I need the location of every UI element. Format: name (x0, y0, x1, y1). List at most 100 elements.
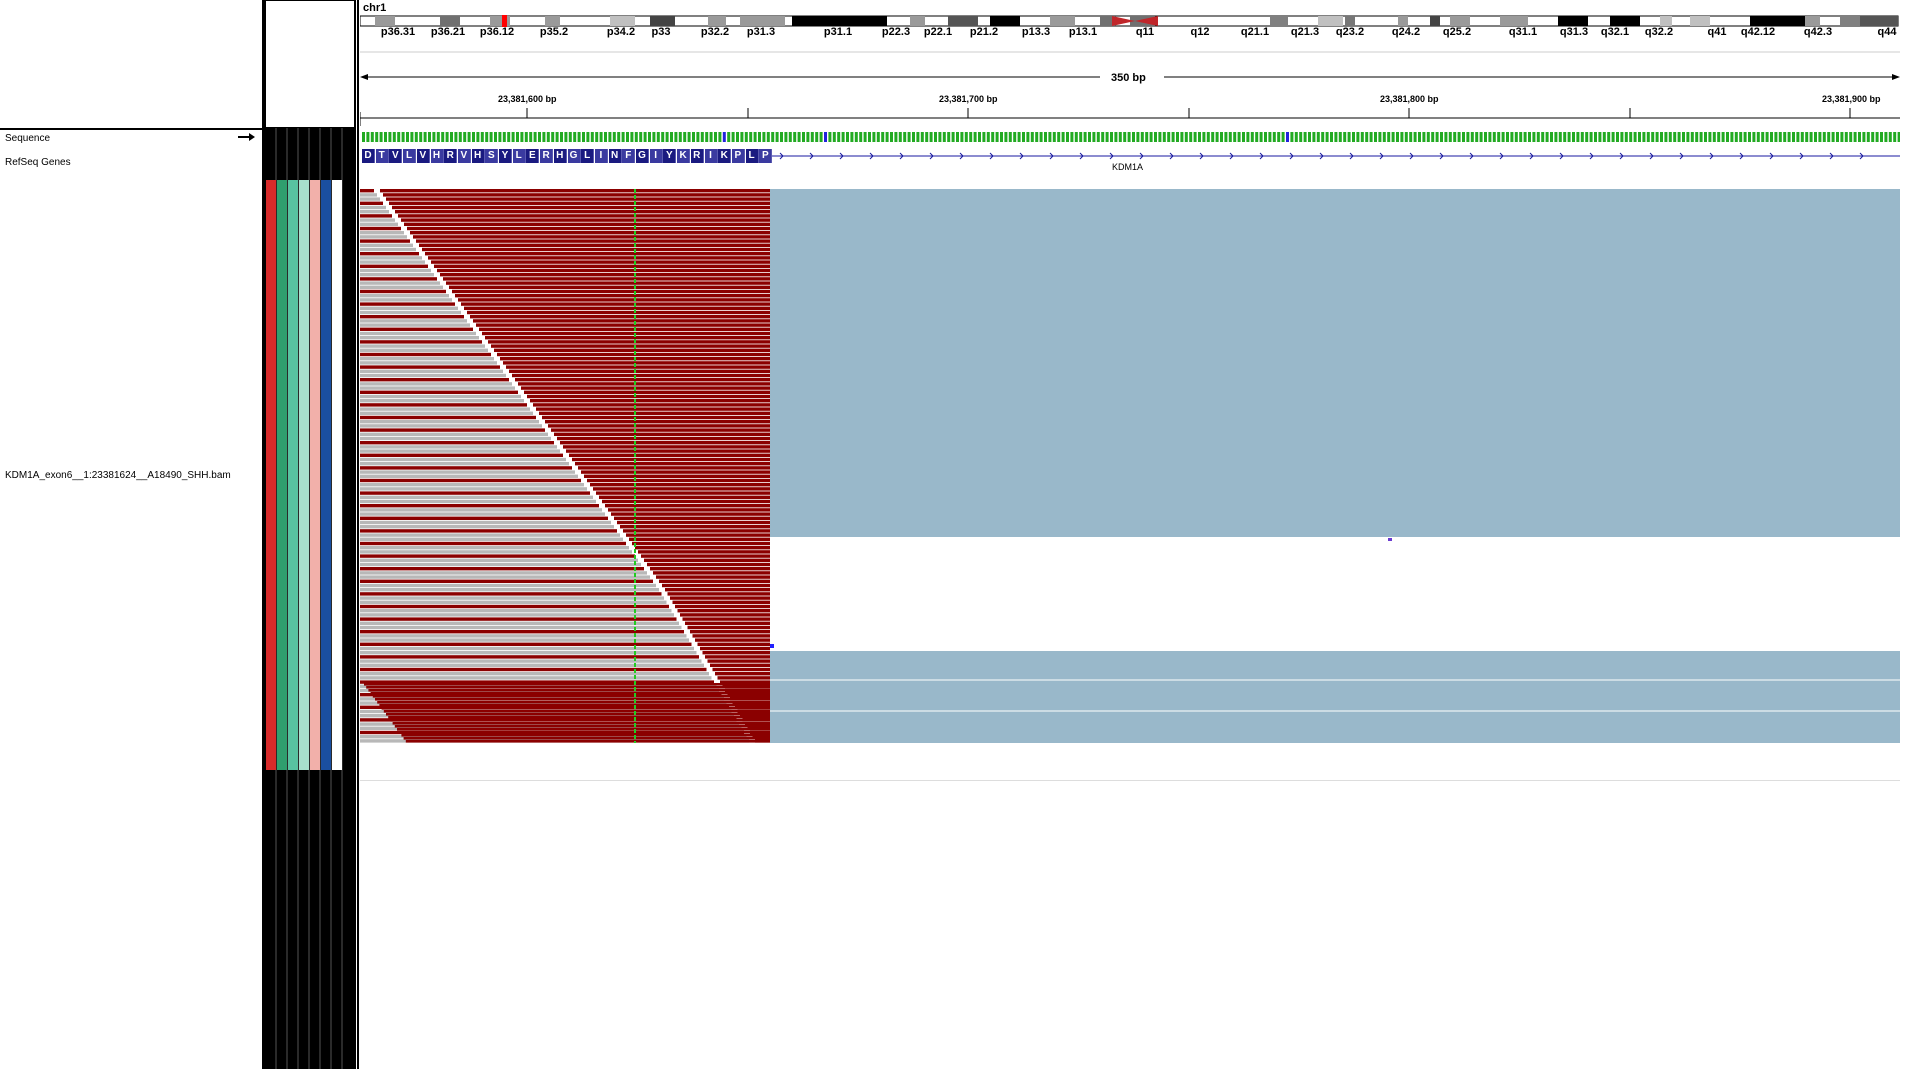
sequence-base (714, 132, 717, 142)
sequence-base (1730, 132, 1734, 142)
read-aligned (617, 520, 770, 525)
sequence-base (1110, 132, 1113, 142)
read-aligned (692, 634, 770, 638)
sequence-base (1536, 132, 1540, 142)
read-clipped (360, 210, 389, 214)
read-clipped (360, 659, 702, 663)
sequence-base (722, 132, 726, 142)
sequence-base (1818, 132, 1822, 142)
sequence-base (1422, 132, 1426, 142)
sequence-base (1598, 132, 1602, 142)
sequence-base (1198, 132, 1201, 142)
read-aligned (422, 247, 770, 252)
sequence-base (797, 132, 801, 142)
sequence-base (1400, 132, 1404, 142)
alignment-track[interactable] (360, 183, 1905, 783)
read-clipped (360, 373, 506, 378)
sequence-base (1893, 132, 1897, 142)
sequence-base (1435, 132, 1439, 142)
read-clipped (360, 583, 656, 588)
sequence-track[interactable] (360, 131, 1900, 143)
read-clipped (360, 676, 712, 680)
sequence-base (643, 132, 647, 142)
amino-acid: R (444, 149, 458, 163)
read-clipped (360, 369, 503, 373)
sequence-track-name[interactable]: Sequence (5, 133, 50, 144)
read-aligned (482, 331, 770, 336)
sequence-base (621, 132, 625, 142)
right-arrow-icon[interactable] (238, 132, 256, 142)
read-clipped (360, 252, 419, 256)
sequence-base (718, 132, 722, 142)
read-aligned (530, 399, 770, 403)
read-aligned (581, 470, 770, 474)
sequence-base (753, 132, 757, 142)
read-clipped (360, 432, 548, 436)
sequence-base (1242, 132, 1245, 142)
sequence-base (1448, 132, 1452, 142)
sequence-base (1853, 132, 1857, 142)
sequence-base (1484, 132, 1487, 142)
read-clipped (360, 193, 377, 197)
sequence-base (934, 132, 937, 142)
sequence-base (586, 132, 590, 142)
sequence-base (414, 132, 418, 142)
sequence-base (1668, 132, 1672, 142)
read-clipped (360, 634, 687, 638)
sequence-base (1365, 132, 1369, 142)
sequence-base (868, 132, 871, 142)
read-aligned (641, 554, 770, 558)
read-aligned (566, 449, 770, 453)
bam-track-name[interactable]: KDM1A_exon6__1:23381624__A18490_SHH.bam (5, 470, 231, 481)
attribute-columns[interactable] (262, 128, 356, 1069)
sequence-base (1277, 132, 1281, 142)
read-clipped (360, 218, 395, 222)
chromosome-label[interactable]: chr1 (363, 2, 386, 14)
read-aligned (464, 306, 770, 310)
read-aligned (554, 432, 770, 436)
sequence-base (1378, 132, 1382, 142)
read-clipped (360, 411, 533, 415)
sequence-base (1708, 132, 1712, 142)
sequence-base (1299, 132, 1303, 142)
sequence-base (1286, 132, 1289, 142)
sequence-base (1259, 132, 1263, 142)
read-clipped (360, 491, 590, 495)
read-clipped (360, 315, 464, 319)
read-clipped (360, 243, 413, 247)
amino-acid: L (403, 149, 417, 163)
read-aligned (503, 361, 770, 365)
read-aligned (383, 193, 770, 197)
sequence-base (1479, 132, 1483, 142)
sequence-base (929, 132, 933, 142)
amino-acid: L (512, 149, 526, 163)
read-clipped (360, 638, 689, 642)
sequence-base (1000, 132, 1003, 142)
read-clipped (360, 441, 554, 445)
read-aligned (521, 386, 770, 390)
read-clipped (360, 462, 569, 466)
sequence-base (894, 132, 898, 142)
read-clipped (360, 407, 530, 411)
read-aligned (410, 231, 770, 235)
read-clipped (360, 352, 491, 357)
sequence-base (1391, 132, 1395, 142)
gene-name-label[interactable]: KDM1A (1112, 162, 1143, 172)
read-aligned (449, 285, 770, 289)
sequence-base (1809, 132, 1813, 142)
read-aligned (476, 323, 770, 327)
sequence-base (1783, 132, 1787, 142)
sequence-base (1664, 132, 1668, 142)
sequence-base (1580, 132, 1584, 142)
refseq-track-name[interactable]: RefSeq Genes (5, 157, 71, 168)
read-aligned (667, 592, 770, 596)
sequence-base (533, 132, 537, 142)
sequence-base (674, 132, 678, 142)
read-clipped (360, 273, 434, 277)
read-aligned (401, 734, 770, 737)
sequence-base (907, 132, 911, 142)
sequence-base (1140, 132, 1144, 142)
sequence-base (758, 132, 761, 142)
read-clipped (360, 428, 545, 432)
sequence-base (1413, 132, 1417, 142)
